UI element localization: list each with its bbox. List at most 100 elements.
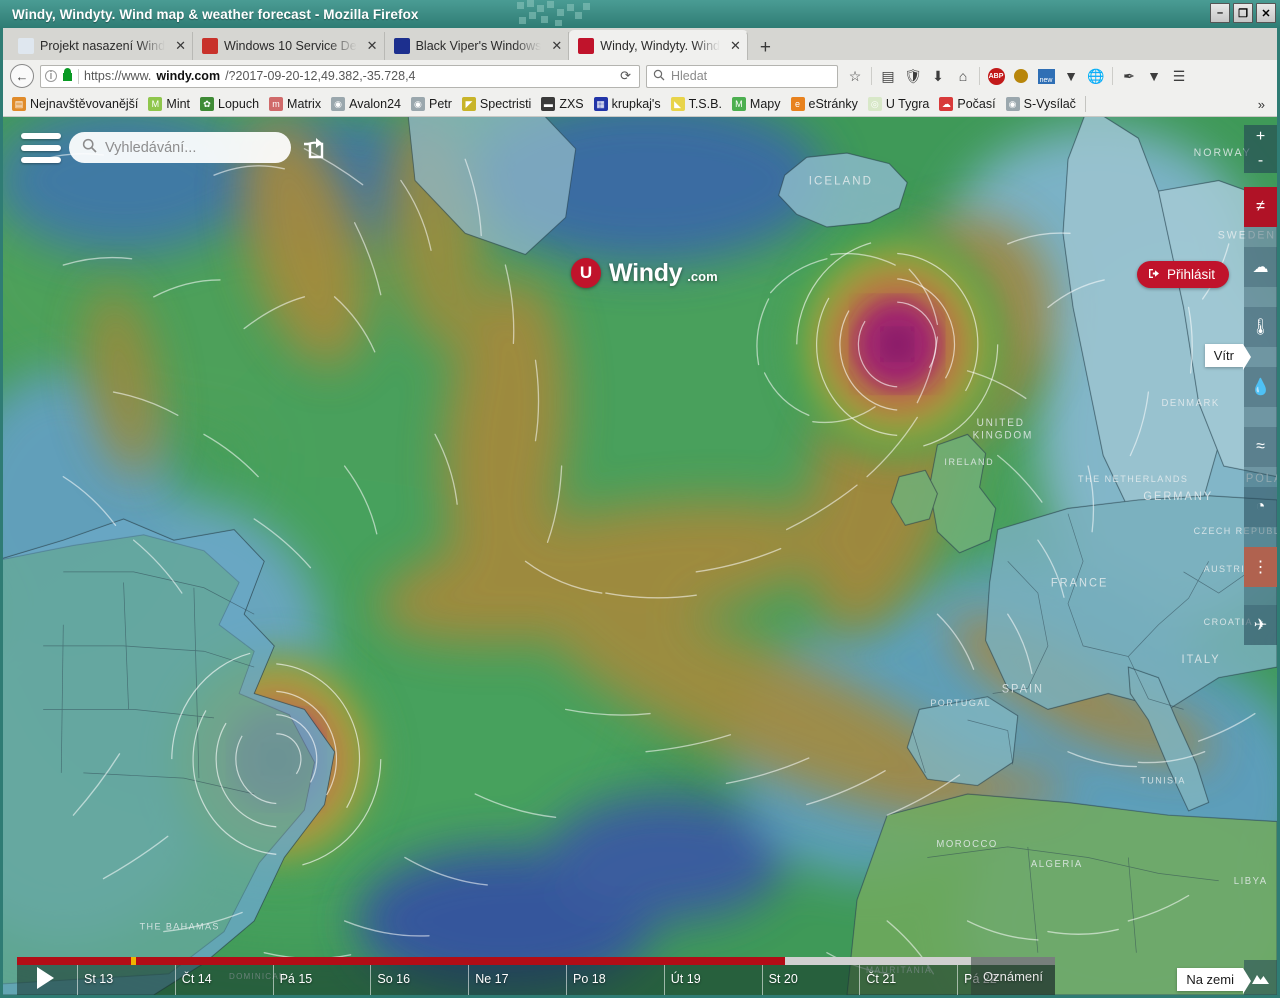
bookmark-favicon: ◉	[1005, 97, 1020, 111]
timeline-progress[interactable]	[17, 957, 1055, 965]
bookmark-item[interactable]: M Mapy	[727, 97, 786, 111]
bookmark-item[interactable]: M Mint	[143, 97, 195, 111]
bookmark-star-icon[interactable]: ☆	[844, 65, 866, 87]
search-bar[interactable]: Hledat	[646, 64, 838, 88]
bookmark-label: Avalon24	[349, 97, 401, 111]
timeline-day[interactable]: Pá 15	[272, 965, 371, 995]
rain-layer-icon[interactable]: 💧	[1244, 367, 1277, 407]
play-icon[interactable]	[37, 967, 54, 989]
bookmark-favicon: m	[269, 97, 284, 111]
feather-icon[interactable]: ✒	[1118, 65, 1140, 87]
active-layer-tooltip: Vítr	[1204, 344, 1252, 370]
page-viewport: ICELAND NORWAY SWEDEN DENMARK UNITED KINGDOM I…	[0, 117, 1280, 998]
bookmark-item[interactable]: ◣ T.S.B.	[666, 97, 727, 111]
page-info-icon[interactable]: i	[45, 70, 57, 82]
downloads-icon[interactable]: ⬇	[927, 65, 949, 87]
timeline-day[interactable]: Čt 14	[174, 965, 273, 995]
browser-tab-3[interactable]: Windy, Windyty. Wind ✕	[569, 30, 748, 60]
home-icon[interactable]: ⌂	[952, 65, 974, 87]
altitude-tooltip: Na zemi	[1177, 968, 1251, 994]
bookmark-item[interactable]: ◎ U Tygra	[863, 97, 935, 111]
login-arrow-icon	[1148, 267, 1161, 283]
browser-tab-1[interactable]: Windows 10 Service De ✕	[193, 32, 385, 60]
search-input[interactable]: Vyhledávání...	[69, 132, 291, 163]
bookmark-item[interactable]: ☁ Počasí	[934, 97, 1000, 111]
zoom-in-button[interactable]: +	[1244, 125, 1277, 149]
timeline-day[interactable]: Čt 21	[859, 965, 957, 995]
menu-icon[interactable]	[21, 133, 61, 163]
shield-icon[interactable]: 🛡	[902, 65, 924, 87]
bookmark-favicon: ◉	[410, 97, 425, 111]
ghostery-icon[interactable]	[1010, 65, 1032, 87]
tab-favicon	[578, 38, 595, 54]
clouds-layer-icon[interactable]: ☁	[1244, 247, 1277, 287]
adblock-plus-icon[interactable]: ABP	[985, 65, 1007, 87]
login-button[interactable]: Přihlásit	[1136, 261, 1229, 288]
search-placeholder: Vyhledávání...	[105, 139, 197, 156]
navigation-toolbar: ← i https://www. windy.com /?2017-09-20-12…	[3, 60, 1277, 92]
tab-close-button[interactable]: ✕	[171, 38, 186, 54]
bookmark-item[interactable]: ▬ ZXS	[536, 97, 588, 111]
rail-spacer	[1244, 227, 1277, 247]
url-domain: windy.com	[156, 69, 221, 83]
tab-title: Projekt nasazení Wind	[40, 39, 166, 53]
bookmark-item[interactable]: ◉ S-Vysílač	[1001, 97, 1081, 111]
timeline-day[interactable]: St 13	[77, 965, 175, 995]
back-button[interactable]: ←	[10, 64, 34, 88]
dropdown-arrow-icon[interactable]: ▼	[1060, 65, 1082, 87]
dropdown-arrow-2-icon[interactable]: ▼	[1143, 65, 1165, 87]
browser-tab-0[interactable]: Projekt nasazení Wind ✕	[9, 32, 193, 60]
wind-layer-icon[interactable]: ≠	[1244, 187, 1277, 227]
bookmark-item[interactable]: e eStránky	[786, 97, 863, 111]
windy-map[interactable]: ICELAND NORWAY SWEDEN DENMARK UNITED KINGDOM I…	[3, 117, 1277, 995]
pressure-layer-icon[interactable]: ◔	[1244, 487, 1277, 527]
temperature-layer-icon[interactable]: 🌡	[1244, 307, 1277, 347]
bookmarks-overflow-button[interactable]: »	[1250, 97, 1273, 112]
library-icon[interactable]: ▤	[877, 65, 899, 87]
close-button[interactable]: ✕	[1256, 3, 1276, 23]
url-prefix: https://www.	[84, 69, 152, 83]
bookmark-item[interactable]: ✿ Lopuch	[195, 97, 264, 111]
restore-button[interactable]: ❐	[1233, 3, 1253, 23]
bookmark-label: T.S.B.	[688, 97, 722, 111]
firefox-window: Windy, Windyty. Wind map & weather forec…	[0, 0, 1280, 998]
globe-icon[interactable]: 🌐	[1085, 65, 1107, 87]
notification-button[interactable]: Oznámení	[971, 957, 1055, 995]
tab-close-button[interactable]: ✕	[547, 38, 562, 54]
bookmark-item[interactable]: ◉ Petr	[406, 97, 457, 111]
bookmark-favicon: e	[790, 97, 805, 111]
share-icon[interactable]	[300, 135, 326, 161]
new-tab-button[interactable]: +	[748, 38, 783, 60]
browser-tab-2[interactable]: Black Viper's Windows ✕	[385, 32, 570, 60]
waves-layer-icon[interactable]: ≈	[1244, 427, 1277, 467]
airports-icon[interactable]: ✈	[1244, 605, 1277, 645]
tab-close-button[interactable]: ✕	[363, 38, 378, 54]
timeline-day[interactable]: Po 18	[565, 965, 664, 995]
bookmark-item[interactable]: ◉ Avalon24	[326, 97, 406, 111]
news-feed-icon[interactable]: new	[1035, 65, 1057, 87]
url-bar[interactable]: i https://www. windy.com /?2017-09-20-12,4…	[40, 64, 640, 88]
bookmark-item[interactable]: ▦ krupkaj's	[589, 97, 666, 111]
timeline-day[interactable]: Ne 17	[468, 965, 566, 995]
minimize-button[interactable]: –	[1210, 3, 1230, 23]
more-layers-icon[interactable]: ⋮	[1244, 547, 1277, 587]
bookmark-item[interactable]: ◤ Spectristi	[457, 97, 536, 111]
timeline[interactable]: St 13 Čt 14 Pá 15 So 16 Ne 17 Po 18 Út 19 St 20…	[17, 957, 1055, 995]
timeline-day[interactable]: St 20	[761, 965, 860, 995]
timeline-day[interactable]: So 16	[370, 965, 468, 995]
bookmark-item[interactable]: m Matrix	[264, 97, 326, 111]
tab-close-button[interactable]: ✕	[726, 38, 741, 54]
bookmark-label: Počasí	[957, 97, 996, 111]
windy-logo[interactable]: U Windy .com	[571, 258, 718, 288]
tab-favicon	[201, 38, 218, 54]
bookmark-label: Mint	[166, 97, 191, 111]
zoom-out-button[interactable]: -	[1244, 149, 1277, 173]
zoom-controls: + -	[1244, 125, 1277, 173]
rail-spacer	[1244, 407, 1277, 427]
notification-label: Oznámení	[983, 968, 1043, 984]
reload-icon[interactable]: ⟳	[616, 68, 635, 84]
timeline-day[interactable]: Út 19	[663, 965, 762, 995]
hamburger-menu-icon[interactable]: ☰	[1168, 65, 1190, 87]
bookmark-favicon: M	[731, 97, 746, 111]
bookmark-item[interactable]: ▤ Nejnavštěvovanější	[7, 97, 143, 111]
